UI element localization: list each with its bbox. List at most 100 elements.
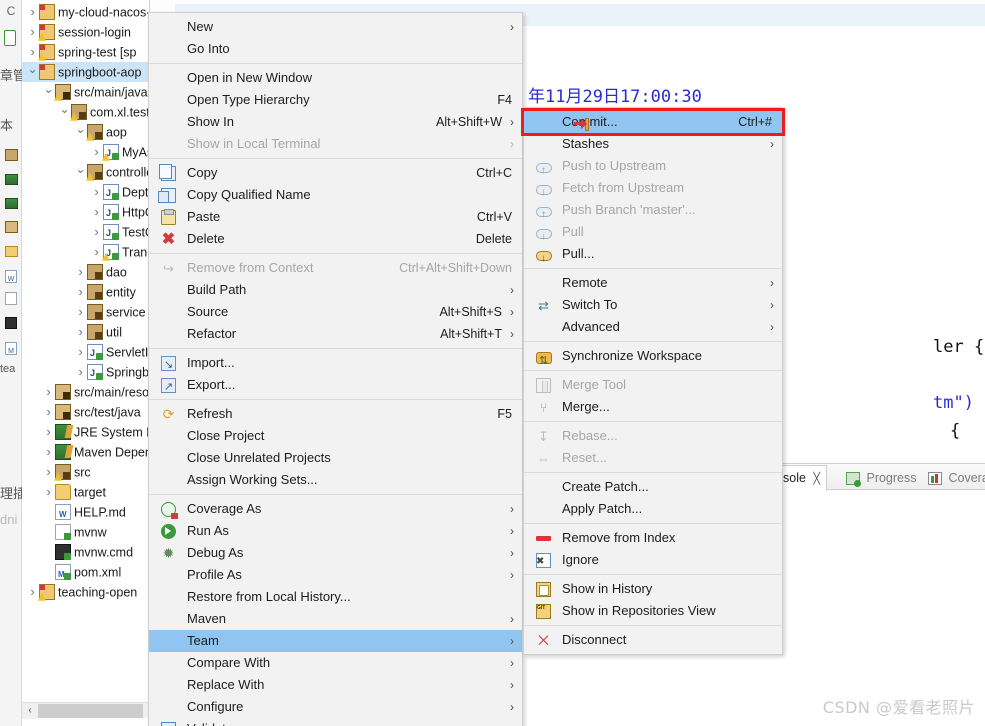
menu-item-advanced[interactable]: Advanced ›: [524, 316, 782, 338]
chevron-right-icon[interactable]: [74, 302, 87, 323]
tree-item[interactable]: target: [22, 482, 149, 503]
chevron-right-icon[interactable]: [26, 2, 39, 23]
chevron-right-icon[interactable]: [74, 282, 87, 303]
tree-item[interactable]: JRE System Library: [22, 422, 149, 443]
menu-item-apply-patch[interactable]: Apply Patch...: [524, 498, 782, 520]
menu-item-refresh[interactable]: Refresh F5: [149, 403, 522, 425]
tree-item[interactable]: springboot-aop: [22, 62, 149, 83]
tree-item[interactable]: session-login: [22, 22, 149, 43]
menu-item-open-in-new-window[interactable]: Open in New Window: [149, 67, 522, 89]
chevron-right-icon[interactable]: [74, 362, 87, 383]
chevron-right-icon[interactable]: [42, 422, 55, 443]
menu-item-close-unrelated-projects[interactable]: Close Unrelated Projects: [149, 447, 522, 469]
tree-item[interactable]: com.xl.test: [22, 102, 149, 123]
menu-item-copy[interactable]: Copy Ctrl+C: [149, 162, 522, 184]
tree-horizontal-scrollbar[interactable]: ‹: [22, 702, 149, 719]
chevron-right-icon[interactable]: [90, 242, 103, 263]
chevron-down-icon[interactable]: [26, 62, 39, 83]
menu-item-synchronize-workspace[interactable]: ⇅ Synchronize Workspace: [524, 345, 782, 367]
menu-item-replace-with[interactable]: Replace With ›: [149, 674, 522, 696]
tree-item[interactable]: mvnw.cmd: [22, 542, 149, 562]
scroll-left-arrow-icon[interactable]: ‹: [22, 703, 38, 719]
menu-item-build-path[interactable]: Build Path ›: [149, 279, 522, 301]
menu-item-export[interactable]: Export...: [149, 374, 522, 398]
tree-item[interactable]: dao: [22, 262, 149, 283]
menu-item-validate[interactable]: Validate: [149, 718, 522, 726]
chevron-down-icon[interactable]: [58, 102, 71, 123]
tree-item[interactable]: SpringbootAopApplication.java: [22, 362, 149, 383]
tree-item[interactable]: src/test/java: [22, 402, 149, 423]
chevron-right-icon[interactable]: [90, 202, 103, 223]
menu-item-pull[interactable]: ↓ Pull...: [524, 243, 782, 265]
menu-item-ignore[interactable]: Ignore: [524, 549, 782, 573]
project-tree[interactable]: my-cloud-nacos-discovery-provider [my-cl…: [22, 0, 149, 603]
chevron-right-icon[interactable]: [26, 42, 39, 63]
chevron-right-icon[interactable]: [90, 222, 103, 243]
chevron-right-icon[interactable]: [74, 262, 87, 283]
tree-item[interactable]: DeptController.java: [22, 182, 149, 203]
menu-item-commit[interactable]: Commit... Ctrl+#: [524, 111, 782, 133]
close-icon[interactable]: ╳: [813, 473, 820, 485]
menu-item-disconnect[interactable]: Disconnect: [524, 629, 782, 651]
chevron-down-icon[interactable]: [42, 82, 55, 103]
chevron-right-icon[interactable]: [74, 322, 87, 343]
menu-item-paste[interactable]: Paste Ctrl+V: [149, 206, 522, 228]
tree-item[interactable]: HELP.md: [22, 502, 149, 525]
tree-item[interactable]: my-cloud-nacos-discovery-provider [my-cl…: [22, 2, 149, 23]
chevron-right-icon[interactable]: [26, 22, 39, 43]
menu-item-configure[interactable]: Configure ›: [149, 696, 522, 718]
menu-item-copy-qualified-name[interactable]: Copy Qualified Name: [149, 184, 522, 206]
tab-progress[interactable]: Progress: [840, 466, 923, 490]
chevron-right-icon[interactable]: [26, 582, 39, 603]
menu-item-show-in[interactable]: Show In Alt+Shift+W ›: [149, 111, 522, 133]
menu-item-open-type-hierarchy[interactable]: Open Type Hierarchy F4: [149, 89, 522, 111]
menu-item-maven[interactable]: Maven ›: [149, 608, 522, 630]
menu-item-refactor[interactable]: Refactor Alt+Shift+T ›: [149, 323, 522, 345]
tree-item[interactable]: spring-test [sp: [22, 42, 149, 63]
chevron-right-icon[interactable]: [42, 402, 55, 423]
menu-item-team[interactable]: Team ›: [149, 630, 522, 652]
menu-item-profile-as[interactable]: Profile As ›: [149, 564, 522, 586]
package-explorer-panel[interactable]: my-cloud-nacos-discovery-provider [my-cl…: [22, 0, 150, 726]
chevron-down-icon[interactable]: [74, 122, 87, 143]
menu-item-source[interactable]: Source Alt+Shift+S ›: [149, 301, 522, 323]
tree-item[interactable]: HttpController.java: [22, 202, 149, 223]
menu-item-close-project[interactable]: Close Project: [149, 425, 522, 447]
tree-item[interactable]: TestController.java: [22, 222, 149, 243]
tree-item[interactable]: util: [22, 322, 149, 343]
project-context-menu[interactable]: New › Go Into Open in New Window Open Type H…: [148, 12, 523, 726]
menu-item-run-as[interactable]: Run As ›: [149, 520, 522, 542]
tree-item[interactable]: entity: [22, 282, 149, 303]
menu-item-new[interactable]: New ›: [149, 16, 522, 38]
chevron-right-icon[interactable]: [42, 382, 55, 403]
chevron-right-icon[interactable]: [42, 442, 55, 463]
menu-item-go-into[interactable]: Go Into: [149, 38, 522, 60]
menu-item-stashes[interactable]: Stashes ›: [524, 133, 782, 155]
menu-item-restore-from-local-history[interactable]: Restore from Local History...: [149, 586, 522, 608]
menu-item-debug-as[interactable]: Debug As ›: [149, 542, 522, 564]
tree-item[interactable]: service: [22, 302, 149, 323]
menu-item-compare-with[interactable]: Compare With ›: [149, 652, 522, 674]
menu-item-create-patch[interactable]: Create Patch...: [524, 476, 782, 498]
menu-item-coverage-as[interactable]: Coverage As ›: [149, 498, 522, 520]
tree-item[interactable]: teaching-open: [22, 582, 149, 603]
tree-item[interactable]: src/main/java: [22, 82, 149, 103]
menu-item-delete[interactable]: Delete Delete: [149, 228, 522, 250]
tree-item[interactable]: pom.xml: [22, 562, 149, 585]
menu-item-remove-from-index[interactable]: Remove from Index: [524, 527, 782, 549]
tree-item[interactable]: src/main/resources: [22, 382, 149, 403]
tree-item[interactable]: src: [22, 462, 149, 482]
team-submenu[interactable]: Commit... Ctrl+# Stashes › ↑ Push to Upstream…: [523, 107, 783, 655]
tree-item[interactable]: controller: [22, 162, 149, 183]
scrollbar-thumb[interactable]: [38, 704, 143, 718]
chevron-right-icon[interactable]: [74, 342, 87, 363]
tree-item[interactable]: aop: [22, 122, 149, 143]
menu-item-import[interactable]: Import...: [149, 352, 522, 376]
chevron-down-icon[interactable]: [74, 162, 87, 183]
tree-item[interactable]: mvnw: [22, 522, 149, 542]
tree-item[interactable]: ServletInitializer.java: [22, 342, 149, 363]
menu-item-merge[interactable]: Merge...: [524, 396, 782, 418]
chevron-right-icon[interactable]: [90, 182, 103, 203]
menu-item-switch-to[interactable]: Switch To ›: [524, 294, 782, 316]
chevron-right-icon[interactable]: [42, 482, 55, 503]
